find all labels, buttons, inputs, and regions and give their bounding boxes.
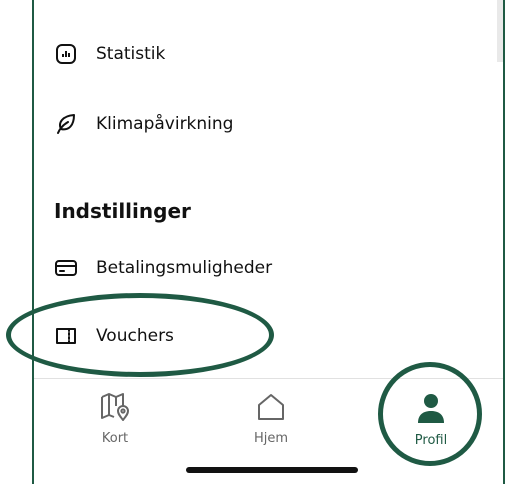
app-screen: Statistik Klimapåvirkning Indstillinger … bbox=[32, 0, 505, 484]
bottom-nav-divider bbox=[34, 378, 503, 379]
menu-item-statistik[interactable]: Statistik bbox=[54, 42, 165, 66]
menu-item-label: Statistik bbox=[96, 44, 166, 64]
tab-profil[interactable]: Profil bbox=[391, 392, 471, 448]
scrollbar[interactable] bbox=[497, 0, 503, 62]
voucher-icon bbox=[54, 324, 78, 348]
tab-label: Hjem bbox=[253, 431, 289, 446]
bar-chart-icon bbox=[54, 42, 78, 66]
tab-label: Kort bbox=[101, 431, 129, 446]
menu-item-label: Betalingsmuligheder bbox=[96, 258, 273, 278]
tab-label: Profil bbox=[414, 433, 448, 448]
map-pin-icon bbox=[99, 392, 131, 426]
person-icon bbox=[416, 392, 446, 428]
menu-item-klimapavirkning[interactable]: Klimapåvirkning bbox=[54, 112, 233, 136]
leaf-icon bbox=[54, 112, 78, 136]
tab-hjem[interactable]: Hjem bbox=[231, 392, 311, 446]
menu-item-vouchers[interactable]: Vouchers bbox=[54, 324, 174, 348]
home-icon bbox=[256, 392, 286, 426]
menu-item-label: Klimapåvirkning bbox=[96, 114, 234, 134]
credit-card-icon bbox=[54, 256, 78, 280]
menu-item-label: Vouchers bbox=[96, 326, 174, 346]
menu-item-betalingsmuligheder[interactable]: Betalingsmuligheder bbox=[54, 256, 272, 280]
settings-section-title: Indstillinger bbox=[54, 199, 191, 223]
home-indicator bbox=[186, 467, 358, 473]
tab-kort[interactable]: Kort bbox=[75, 392, 155, 446]
